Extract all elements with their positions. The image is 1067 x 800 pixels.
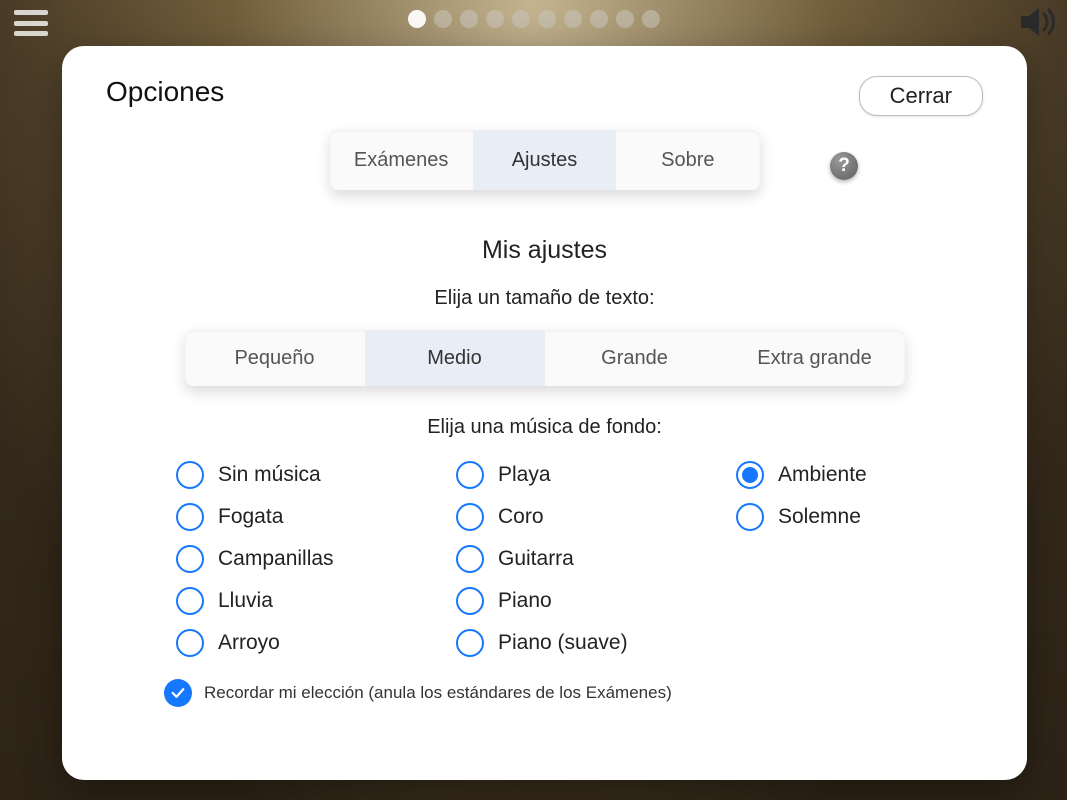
radio-icon[interactable] [736,461,764,489]
music-prompt: Elija una música de fondo: [106,416,983,439]
text-size-option[interactable]: Extra grande [725,330,905,386]
help-icon[interactable]: ? [830,152,858,180]
progress-dot[interactable] [408,10,426,28]
settings-section-title: Mis ajustes [106,236,983,265]
music-option[interactable]: Piano [456,587,736,615]
tab-ajustes[interactable]: Ajustes [473,130,616,190]
radio-icon[interactable] [456,587,484,615]
progress-dots [408,10,660,28]
music-option-label: Ambiente [778,463,867,487]
music-option-label: Piano (suave) [498,631,628,655]
radio-icon[interactable] [456,629,484,657]
options-modal: Opciones Cerrar ExámenesAjustesSobre ? M… [62,46,1027,780]
music-option[interactable]: Campanillas [176,545,456,573]
text-size-prompt: Elija un tamaño de texto: [106,287,983,310]
app-background: Opciones Cerrar ExámenesAjustesSobre ? M… [0,0,1067,800]
music-option-label: Coro [498,505,544,529]
text-size-option[interactable]: Grande [545,330,725,386]
music-option-label: Fogata [218,505,283,529]
music-option-label: Lluvia [218,589,273,613]
music-option-label: Piano [498,589,552,613]
music-option[interactable]: Coro [456,503,736,531]
music-option[interactable]: Piano (suave) [456,629,736,657]
progress-dot[interactable] [538,10,556,28]
progress-dot[interactable] [642,10,660,28]
progress-dot[interactable] [512,10,530,28]
progress-dot[interactable] [486,10,504,28]
radio-icon[interactable] [456,503,484,531]
radio-icon[interactable] [456,545,484,573]
music-option-label: Solemne [778,505,861,529]
music-option-label: Playa [498,463,551,487]
music-option-label: Arroyo [218,631,280,655]
remember-label: Recordar mi elección (anula los estándar… [204,683,672,703]
close-button[interactable]: Cerrar [859,76,983,116]
tab-exámenes[interactable]: Exámenes [330,130,473,190]
remember-choice-row[interactable]: Recordar mi elección (anula los estándar… [164,679,983,707]
music-option[interactable]: Playa [456,461,736,489]
music-option[interactable]: Guitarra [456,545,736,573]
progress-dot[interactable] [434,10,452,28]
modal-header: Opciones Cerrar [106,76,983,116]
music-option-label: Guitarra [498,547,574,571]
music-option-label: Campanillas [218,547,334,571]
progress-dot[interactable] [616,10,634,28]
hamburger-menu-icon[interactable] [14,10,48,36]
radio-icon[interactable] [176,461,204,489]
music-option[interactable]: Solemne [736,503,976,531]
music-option-label: Sin música [218,463,321,487]
text-size-bar: PequeñoMedioGrandeExtra grande [185,330,905,386]
speaker-icon[interactable] [1017,4,1061,40]
text-size-option[interactable]: Pequeño [185,330,365,386]
progress-dot[interactable] [564,10,582,28]
music-option[interactable]: Ambiente [736,461,976,489]
modal-title: Opciones [106,76,224,108]
music-option[interactable]: Lluvia [176,587,456,615]
remember-checkbox[interactable] [164,679,192,707]
radio-icon[interactable] [176,503,204,531]
music-option[interactable]: Arroyo [176,629,456,657]
progress-dot[interactable] [460,10,478,28]
radio-icon[interactable] [176,545,204,573]
radio-icon[interactable] [456,461,484,489]
radio-icon[interactable] [176,629,204,657]
music-option[interactable]: Fogata [176,503,456,531]
text-size-option[interactable]: Medio [365,330,545,386]
music-options-grid: Sin música Playa Ambiente Fogata Coro Solemne… [176,461,983,657]
radio-icon[interactable] [736,503,764,531]
radio-icon[interactable] [176,587,204,615]
tab-bar: ExámenesAjustesSobre [330,130,760,190]
music-option[interactable]: Sin música [176,461,456,489]
progress-dot[interactable] [590,10,608,28]
tab-sobre[interactable]: Sobre [616,130,759,190]
